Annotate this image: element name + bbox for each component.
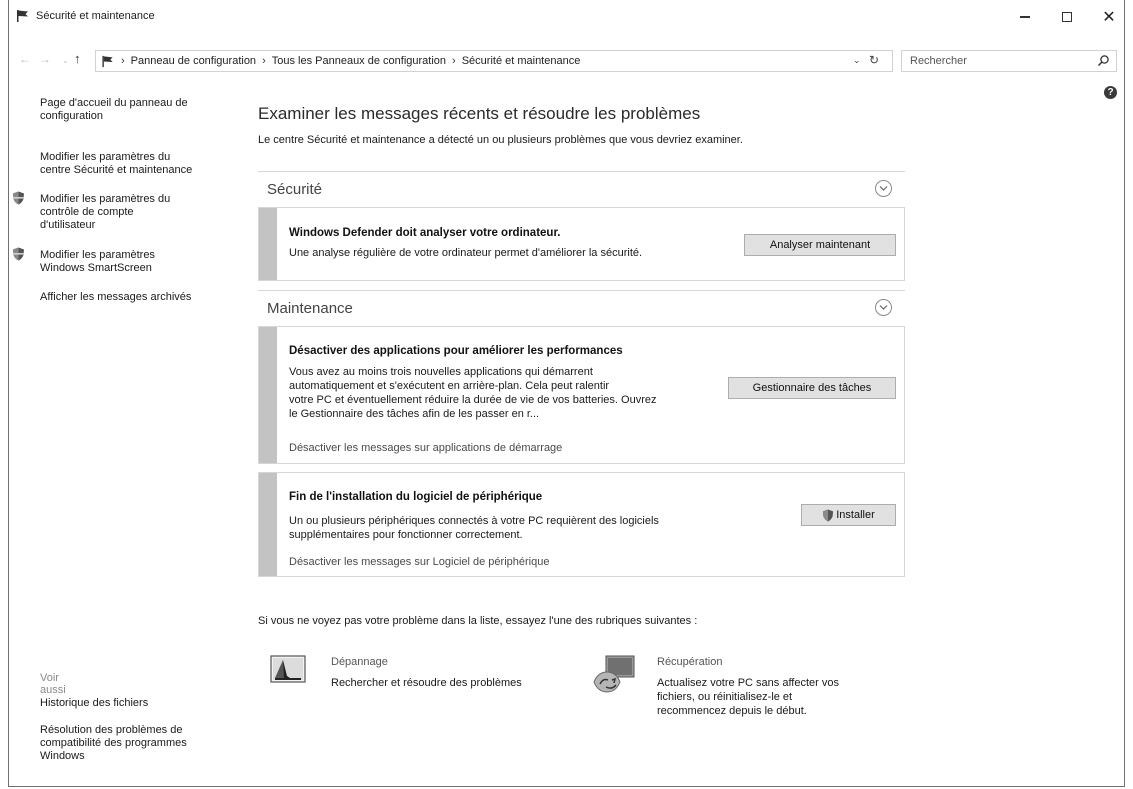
- breadcrumb-item[interactable]: Panneau de configuration: [131, 55, 256, 67]
- alert-description-line: Vous avez au moins trois nouvelles appli…: [289, 366, 593, 378]
- back-arrow-icon[interactable]: ←: [19, 52, 31, 66]
- sidebar-link-uac-settings[interactable]: Modifier les paramètres du contrôle de c…: [40, 193, 225, 232]
- recovery-description: Actualisez votre PC sans affecter vos fi…: [657, 676, 839, 718]
- breadcrumb-item[interactable]: Sécurité et maintenance: [462, 55, 581, 67]
- minimize-icon: [1020, 16, 1030, 18]
- breadcrumb-separator: ›: [452, 55, 456, 67]
- sidebar-link-line: Afficher les messages archivés: [40, 291, 192, 303]
- disable-startup-messages-link[interactable]: Désactiver les messages sur applications…: [289, 442, 562, 454]
- sidebar-link-line: contrôle de compte: [40, 206, 134, 218]
- alert-severity-bar: [259, 473, 277, 576]
- sidebar-link-line: Résolution des problèmes de: [40, 724, 183, 736]
- bottom-prompt: Si vous ne voyez pas votre problème dans…: [258, 615, 698, 627]
- troubleshooting-icon[interactable]: [270, 654, 306, 686]
- alert-description-line: le Gestionnaire des tâches afin de les p…: [289, 408, 540, 420]
- maximize-icon: [1062, 12, 1072, 22]
- alert-title: Windows Defender doit analyser votre ord…: [289, 227, 561, 239]
- alert-description-line: votre PC et éventuellement réduire la du…: [289, 394, 657, 406]
- uac-shield-icon: [13, 191, 24, 205]
- see-also-heading: Voir aussi: [40, 672, 66, 696]
- maximize-button[interactable]: [1047, 4, 1087, 30]
- troubleshooting-title[interactable]: Dépannage: [331, 656, 388, 668]
- address-row: ← → ⌄ ↑ › Panneau de configuration › Tou…: [9, 48, 1124, 74]
- tool-description-line: fichiers, ou réinitialisez-le et: [657, 691, 793, 703]
- see-also-link-compatibility-troubleshooter[interactable]: Résolution des problèmes de compatibilit…: [40, 724, 225, 763]
- alert-description-line: Un ou plusieurs périphériques connectés …: [289, 515, 659, 527]
- uac-shield-icon: [823, 509, 834, 521]
- sidebar-link-line: Windows: [40, 750, 85, 762]
- install-button[interactable]: Installer: [801, 504, 896, 526]
- sidebar-link-line: Page d'accueil du panneau de: [40, 97, 188, 109]
- sidebar-link-line: configuration: [40, 110, 103, 122]
- close-icon: ✕: [1102, 9, 1116, 26]
- minimize-button[interactable]: [1005, 4, 1045, 30]
- section-title: Maintenance: [267, 300, 353, 317]
- alert-description: Vous avez au moins trois nouvelles appli…: [289, 365, 656, 421]
- collapse-chevron-icon[interactable]: [875, 180, 892, 197]
- startup-apps-alert: Désactiver des applications pour amélior…: [258, 326, 905, 464]
- defender-scan-alert: Windows Defender doit analyser votre ord…: [258, 207, 905, 281]
- sidebar-link-line: compatibilité des programmes: [40, 737, 187, 749]
- alert-severity-bar: [259, 327, 277, 463]
- disable-device-software-messages-link[interactable]: Désactiver les messages sur Logiciel de …: [289, 556, 549, 568]
- search-input[interactable]: Rechercher: [901, 50, 1117, 72]
- sidebar-link-line: Modifier les paramètres du: [40, 193, 171, 205]
- control-panel-window: Sécurité et maintenance ✕ ← → ⌄ ↑ › Pann…: [8, 0, 1125, 787]
- alert-severity-bar: [259, 208, 277, 280]
- search-placeholder: Rechercher: [910, 55, 967, 67]
- device-software-alert: Fin de l'installation du logiciel de pér…: [258, 472, 905, 577]
- sidebar-link-line: d'utilisateur: [40, 219, 96, 231]
- help-icon[interactable]: ?: [1104, 86, 1117, 99]
- uac-shield-icon: [13, 247, 24, 261]
- search-icon[interactable]: [1097, 54, 1110, 67]
- alert-description: Un ou plusieurs périphériques connectés …: [289, 514, 659, 542]
- window-title: Sécurité et maintenance: [36, 10, 155, 22]
- section-title: Sécurité: [267, 181, 323, 198]
- forward-arrow-icon[interactable]: →: [39, 52, 51, 66]
- close-button[interactable]: ✕: [1089, 4, 1124, 30]
- flag-icon: [102, 55, 113, 67]
- scan-now-button[interactable]: Analyser maintenant: [744, 234, 896, 256]
- alert-description: Une analyse régulière de votre ordinateu…: [289, 247, 643, 259]
- flag-icon: [17, 10, 28, 22]
- troubleshooting-description: Rechercher et résoudre des problèmes: [331, 676, 522, 690]
- sidebar-link-line: Windows SmartScreen: [40, 262, 152, 274]
- sidebar-link-line: centre Sécurité et maintenance: [40, 164, 193, 176]
- sidebar-link-archived-messages[interactable]: Afficher les messages archivés: [40, 291, 225, 304]
- sidebar-link-control-panel-home[interactable]: Page d'accueil du panneau de configurati…: [40, 97, 225, 123]
- tool-description-line: Actualisez votre PC sans affecter vos: [657, 677, 839, 689]
- tool-description-line: recommencez depuis le début.: [657, 705, 807, 717]
- page-subtitle: Le centre Sécurité et maintenance a déte…: [258, 134, 743, 146]
- address-bar[interactable]: › Panneau de configuration › Tous les Pa…: [95, 50, 893, 72]
- alert-title: Fin de l'installation du logiciel de pér…: [289, 491, 543, 503]
- see-also-link-file-history[interactable]: Historique des fichiers: [40, 697, 225, 710]
- tool-description-line: Rechercher et résoudre des problèmes: [331, 677, 522, 689]
- install-button-label: Installer: [836, 509, 875, 521]
- page-title: Examiner les messages récents et résoudr…: [258, 104, 701, 123]
- alert-title: Désactiver des applications pour amélior…: [289, 345, 623, 357]
- maintenance-section-header[interactable]: Maintenance: [258, 290, 905, 320]
- address-dropdown-icon[interactable]: ⌄: [853, 55, 861, 66]
- task-manager-button[interactable]: Gestionnaire des tâches: [728, 377, 896, 399]
- alert-description-line: supplémentaires pour fonctionner correct…: [289, 529, 523, 541]
- sidebar-link-smartscreen-settings[interactable]: Modifier les paramètres Windows SmartScr…: [40, 249, 225, 275]
- breadcrumb-separator: ›: [121, 55, 125, 67]
- recovery-title[interactable]: Récupération: [657, 656, 722, 668]
- collapse-chevron-icon[interactable]: [875, 299, 892, 316]
- sidebar-link-line: Modifier les paramètres: [40, 249, 155, 261]
- sidebar-link-line: Modifier les paramètres du: [40, 151, 171, 163]
- breadcrumb-item[interactable]: Tous les Panneaux de configuration: [272, 55, 446, 67]
- alert-description-line: automatiquement et s'exécutent en arrièr…: [289, 380, 610, 392]
- sidebar-link-security-maintenance-settings[interactable]: Modifier les paramètres du centre Sécuri…: [40, 151, 225, 177]
- refresh-icon[interactable]: ↻: [869, 53, 879, 67]
- recovery-icon[interactable]: [592, 650, 638, 696]
- up-arrow-icon[interactable]: ↑: [74, 51, 81, 66]
- title-bar: Sécurité et maintenance ✕: [9, 0, 1124, 34]
- sidebar-link-line: Historique des fichiers: [40, 697, 149, 709]
- recent-locations-chevron-icon[interactable]: ⌄: [62, 56, 69, 65]
- security-section-header[interactable]: Sécurité: [258, 171, 905, 201]
- breadcrumb-separator: ›: [262, 55, 266, 67]
